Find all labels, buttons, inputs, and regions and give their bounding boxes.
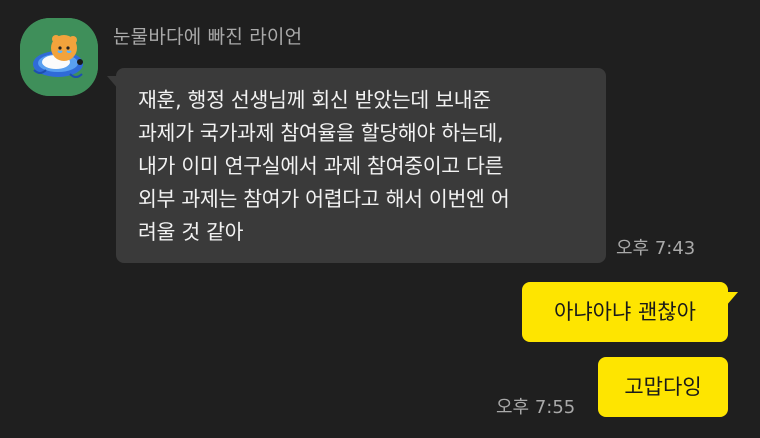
message-text: 아냐아냐 괜찮아 <box>554 300 696 324</box>
message-text: 고맙다잉 <box>624 375 702 399</box>
outgoing-message-bubble[interactable]: 고맙다잉 <box>598 357 728 417</box>
outgoing-message-bubble[interactable]: 아냐아냐 괜찮아 <box>522 282 738 342</box>
chat-room: 눈물바다에 빠진 라이언 재훈, 행정 선생님께 회신 받았는데 보내준 과제가… <box>0 0 760 438</box>
message-line: 재훈, 행정 선생님께 회신 받았는데 보내준 <box>138 88 491 112</box>
avatar-illustration <box>20 18 98 96</box>
message-line: 려울 것 같아 <box>138 220 244 244</box>
sender-name: 눈물바다에 빠진 라이언 <box>113 26 303 48</box>
message-line: 과제가 국가과제 참여율을 할당해야 하는데, <box>138 121 504 145</box>
bubble-tail <box>107 76 119 90</box>
message-line: 외부 과제는 참여가 어렵다고 해서 이번엔 어 <box>138 187 510 211</box>
incoming-message-bubble[interactable]: 재훈, 행정 선생님께 회신 받았는데 보내준 과제가 국가과제 참여율을 할당… <box>107 68 606 263</box>
message-line: 내가 이미 연구실에서 과제 참여중이고 다른 <box>138 154 504 178</box>
outgoing-message-time: 오후 7:55 <box>496 397 576 418</box>
incoming-message-time: 오후 7:43 <box>616 238 696 259</box>
bubble-tail <box>726 292 738 306</box>
profile-avatar-icon[interactable] <box>20 18 98 96</box>
